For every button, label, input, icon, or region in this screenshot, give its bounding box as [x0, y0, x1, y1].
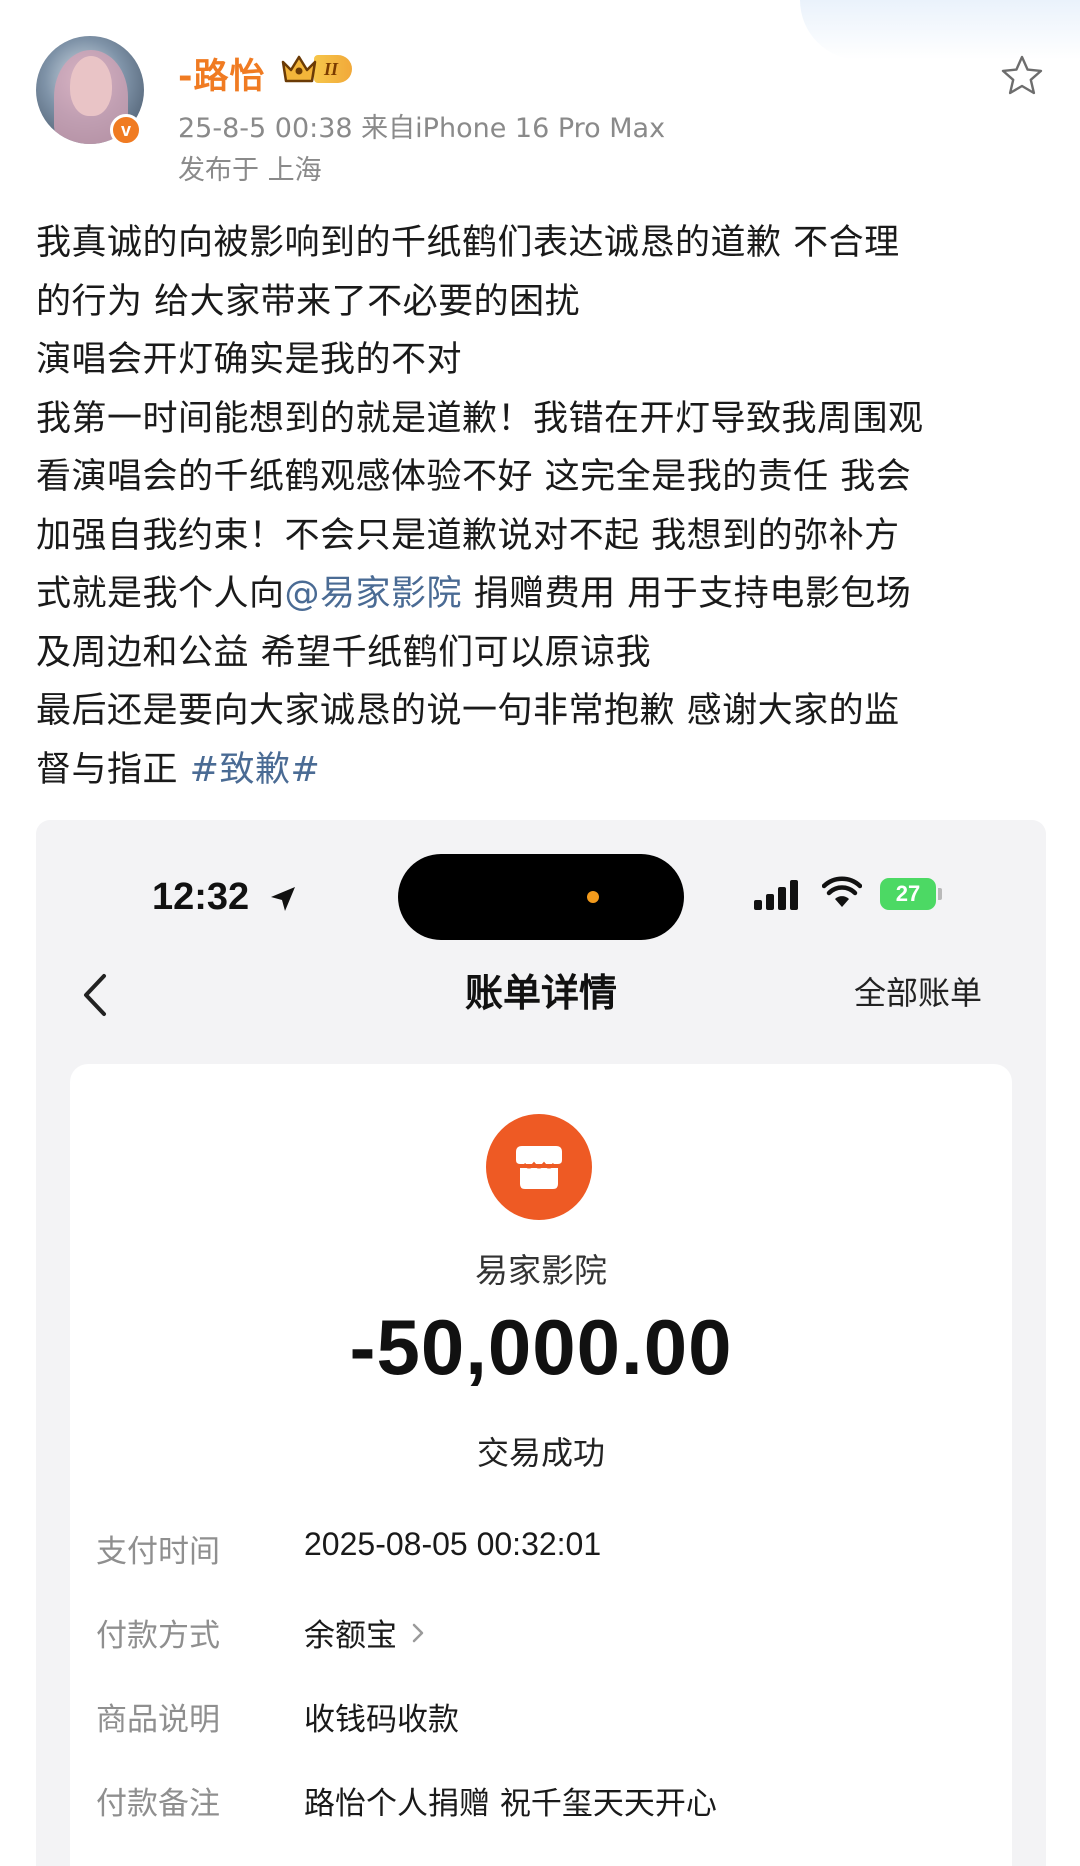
battery-level: 27 [880, 878, 936, 910]
transaction-status: 交易成功 [476, 1434, 605, 1472]
verified-icon: v [110, 114, 142, 146]
detail-label: 付款备注 [96, 1786, 220, 1822]
detail-row-product: 商品说明 收钱码收款 [96, 1694, 996, 1778]
detail-value: 2025-08-05 00:32:01 [304, 1526, 602, 1562]
detail-label: 付款方式 [96, 1618, 220, 1654]
detail-value: 余额宝 [304, 1618, 397, 1654]
post-text-segment: 式就是我个人向 [36, 574, 285, 614]
bill-card: 易家影院 -50,000.00 交易成功 支付时间 2025-08-05 00:… [70, 1064, 1012, 1866]
post-text-line: 式就是我个人向@易家影院 捐赠费用 用于支持电影包场 [36, 565, 1046, 624]
amount: -50,000.00 [349, 1303, 733, 1391]
username[interactable]: -路怡 [178, 48, 266, 99]
post-body: 我真诚的向被影响到的千纸鹤们表达诚恳的道歉 不合理 的行为 给大家带来了不必要的… [36, 214, 1046, 799]
detail-row-pay-method[interactable]: 付款方式 余额宝 [96, 1610, 996, 1694]
detail-value-wrap[interactable]: 余额宝 [304, 1610, 429, 1655]
post-text-line: 我第一时间能想到的就是道歉！我错在开灯导致我周围观 [36, 398, 924, 439]
detail-row-remark: 付款备注 路怡个人捐赠 祝千玺天天开心 [96, 1778, 996, 1862]
battery-cap [938, 888, 942, 900]
avatar-face [70, 56, 112, 116]
attached-image[interactable]: 12:32 27 账单详情 全部账单 易家影院 -50,000.00 交易成功 … [36, 820, 1046, 1866]
all-bills-link[interactable]: 全部账单 [854, 968, 982, 1014]
post-text-line: 的行为 给大家带来了不必要的困扰 [36, 281, 581, 322]
merchant-name: 易家影院 [475, 1251, 607, 1290]
post-text-line: 加强自我约束！不会只是道歉说对不起 我想到的弥补方 [36, 515, 900, 556]
detail-value: 收钱码收款 [304, 1702, 459, 1738]
post-text-line: 最后还是要向大家诚恳的说一句非常抱歉 感谢大家的监 [36, 691, 900, 731]
post-text-line: 督与指正 #致歉# [36, 741, 1046, 800]
store-icon [486, 1114, 592, 1220]
header-decoration [800, 0, 1080, 60]
detail-label: 支付时间 [96, 1534, 220, 1570]
wifi-icon [822, 876, 862, 907]
post-text-line: 我真诚的向被影响到的千纸鹤们表达诚恳的道歉 不合理 [36, 223, 900, 263]
post-location: 发布于 上海 [178, 155, 322, 186]
island-indicator [587, 891, 599, 903]
battery-icon: 27 [880, 878, 942, 910]
store-glyph [516, 1146, 562, 1189]
detail-value: 路怡个人捐赠 祝千玺天天开心 [304, 1786, 717, 1822]
post-text-segment: 捐赠费用 用于支持电影包场 [462, 574, 912, 614]
hashtag-link[interactable]: #致歉# [190, 750, 321, 790]
crown-icon [281, 55, 317, 83]
post-text-line: 演唱会开灯确实是我的不对 [36, 340, 463, 380]
detail-label: 商品说明 [96, 1702, 220, 1738]
location-arrow-icon [271, 887, 295, 911]
post-text-segment: 督与指正 [36, 749, 190, 790]
detail-row-pay-time: 支付时间 2025-08-05 00:32:01 [96, 1526, 996, 1610]
post-meta: 25-8-5 00:38 来自iPhone 16 Pro Max [178, 113, 666, 144]
dynamic-island [398, 854, 684, 940]
vip-level: II [314, 55, 353, 83]
bill-details: 支付时间 2025-08-05 00:32:01 付款方式 余额宝 商品说明 收… [96, 1526, 996, 1862]
mention-link[interactable]: @易家影院 [285, 574, 463, 614]
post-text-line: 看演唱会的千纸鹤观感体验不好 这完全是我的责任 我会 [36, 457, 912, 497]
star-icon[interactable] [998, 52, 1046, 100]
post-text-line: 及周边和公益 希望千纸鹤们可以原谅我 [36, 632, 652, 673]
signal-icon [754, 880, 798, 910]
vip-badge[interactable]: II [280, 52, 376, 86]
chevron-right-icon [412, 1623, 424, 1642]
weibo-post-page: v -路怡 II 25-8-5 00:38 来自iPhone 16 Pro Ma… [0, 0, 1080, 1866]
status-time: 12:32 [152, 876, 250, 918]
